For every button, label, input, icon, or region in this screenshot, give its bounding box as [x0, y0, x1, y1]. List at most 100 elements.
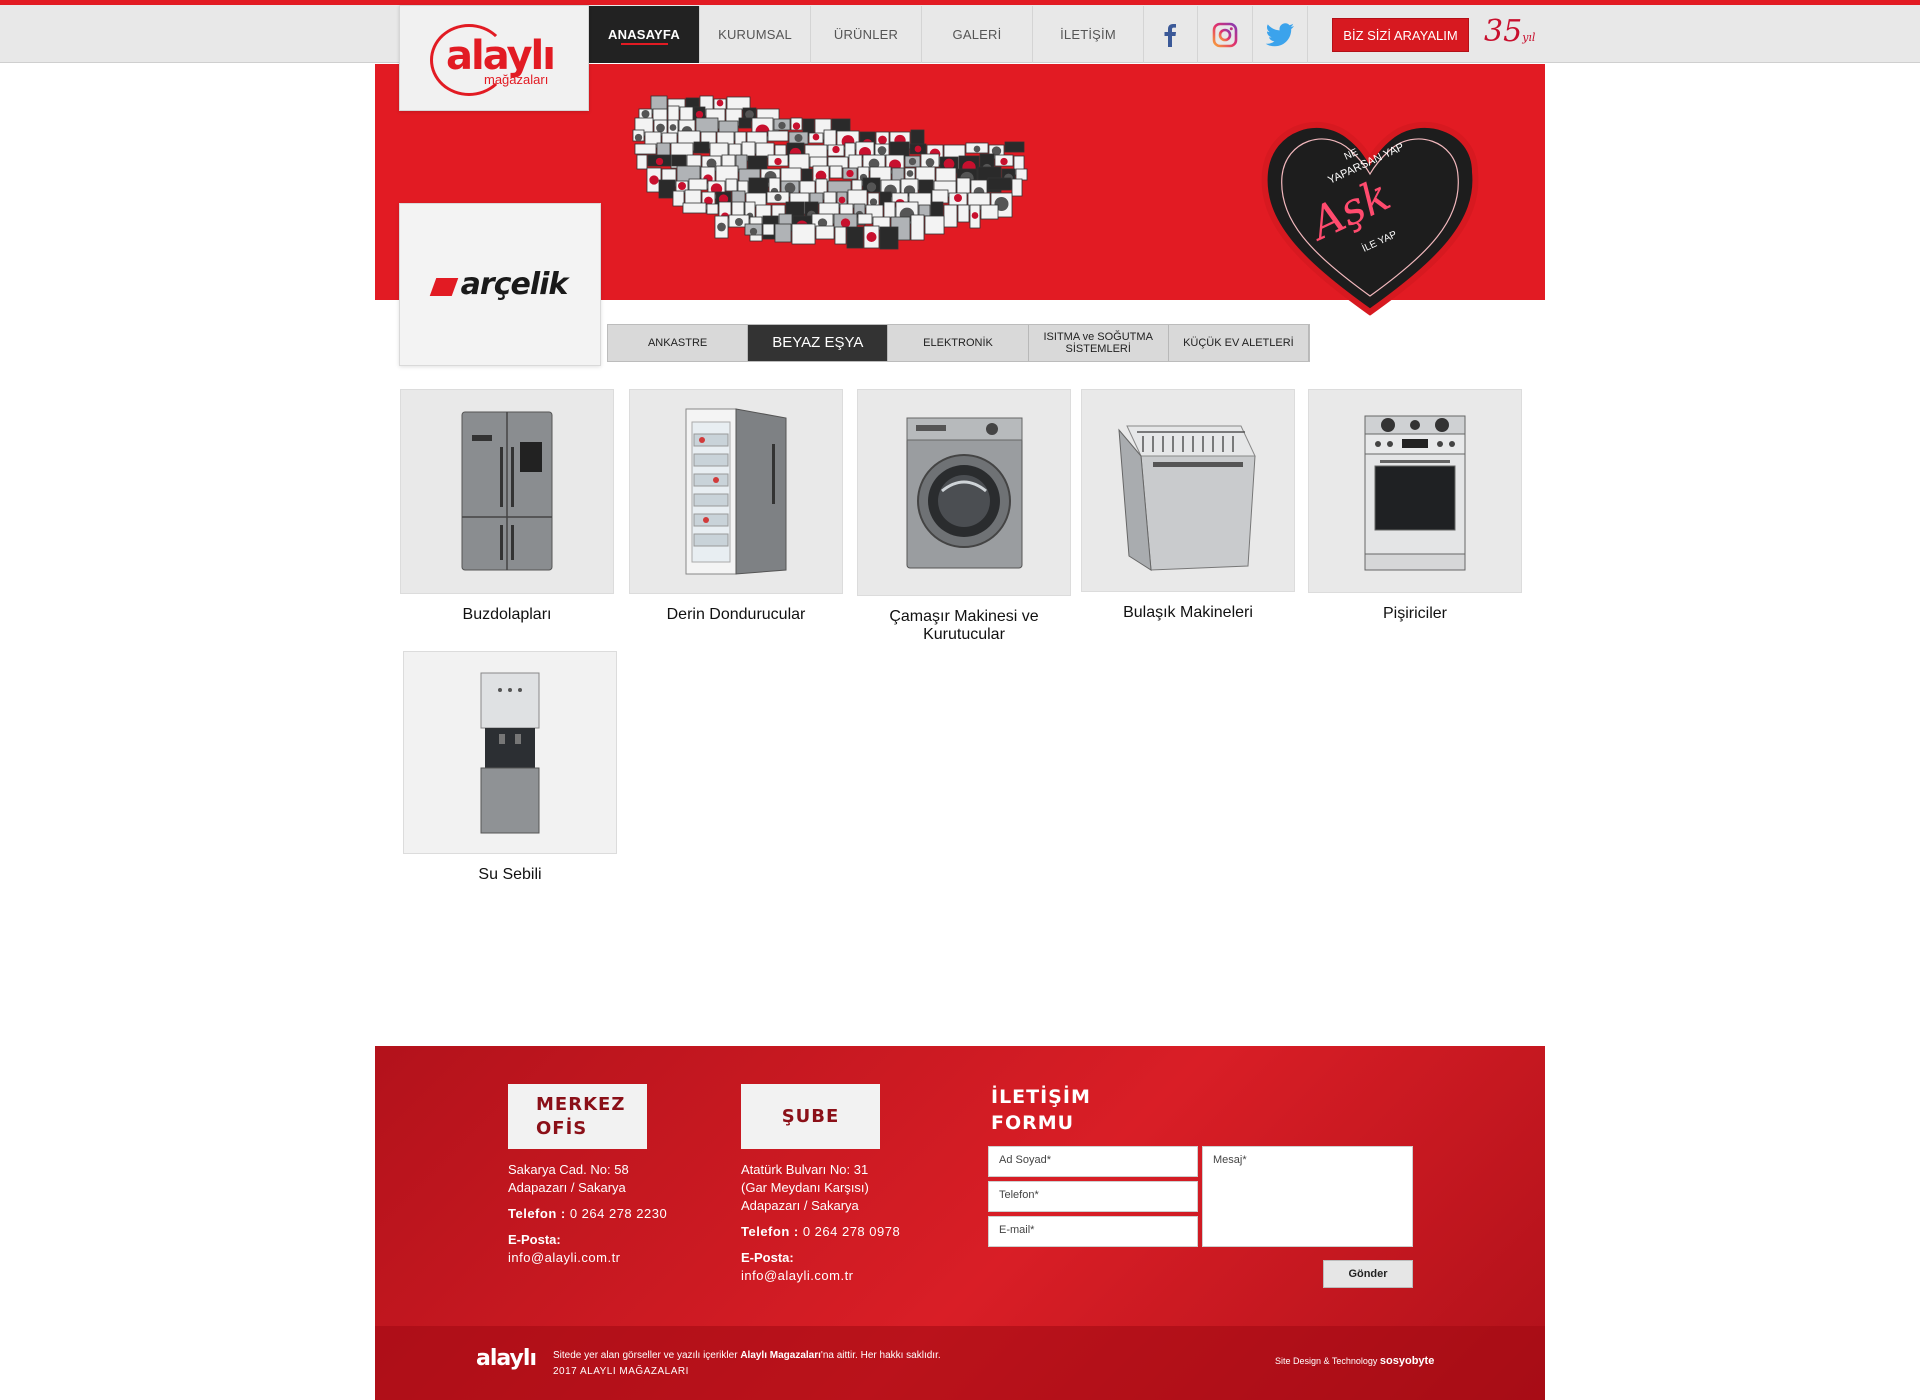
product-label[interactable]: Su Sebili [403, 866, 617, 884]
tab-ankastre[interactable]: ANKASTRE [608, 325, 749, 361]
collage-appliance [883, 201, 896, 219]
collage-appliance [791, 223, 816, 245]
product-card[interactable]: Pişiriciler [1308, 389, 1522, 623]
product-image[interactable] [1308, 389, 1522, 593]
product-card[interactable]: Buzdolapları [400, 389, 614, 624]
product-label[interactable]: Bulaşık Makineleri [1081, 604, 1295, 622]
collage-detail [634, 133, 643, 142]
collage-detail [655, 157, 664, 166]
product-image[interactable] [400, 389, 614, 594]
collage-appliance [829, 165, 843, 179]
collage-detail [695, 110, 704, 119]
collage-appliance [943, 204, 958, 228]
tab-kucuk-ev-aletleri[interactable]: KÜÇÜK EV ALETLERİ [1169, 325, 1310, 361]
main-nav: ANASAYFA KURUMSAL ÜRÜNLER GALERİ İLETİŞİ… [589, 6, 1144, 63]
nav-item-kurumsal[interactable]: KURUMSAL [700, 6, 811, 63]
collage-appliance [682, 202, 707, 214]
collage-appliance [762, 223, 775, 236]
collage-detail [954, 194, 962, 202]
nav-item-urunler[interactable]: ÜRÜNLER [811, 6, 922, 63]
product-card[interactable]: Bulaşık Makineleri [1081, 389, 1295, 622]
tab-isitma-sogutma[interactable]: ISITMA ve SOĞUTMA SİSTEMLERİ [1029, 325, 1169, 361]
facebook-icon[interactable] [1143, 6, 1198, 63]
merkez-email[interactable]: info@alayli.com.tr [508, 1249, 708, 1267]
category-tabs: ANKASTRE BEYAZ EŞYA ELEKTRONİK ISITMA ve… [607, 324, 1310, 362]
product-image[interactable] [629, 389, 843, 594]
collage-detail [906, 170, 914, 177]
product-label[interactable]: Buzdolapları [400, 606, 614, 624]
merkez-contact: Sakarya Cad. No: 58 Adapazarı / Sakarya … [508, 1161, 708, 1267]
collage-detail [745, 110, 754, 119]
site-logo[interactable]: alaylı mağazaları [399, 5, 589, 111]
sube-email[interactable]: info@alayli.com.tr [741, 1267, 941, 1285]
collage-appliance [693, 141, 710, 154]
contact-form-title: İLETİŞİM FORMU [991, 1084, 1091, 1136]
sube-address-1: Atatürk Bulvarı No: 31 [741, 1162, 869, 1177]
sube-phone-label: Telefon : [741, 1224, 799, 1239]
instagram-icon[interactable] [1198, 6, 1253, 63]
nav-item-anasayfa[interactable]: ANASAYFA [589, 6, 700, 63]
collage-detail [908, 157, 917, 166]
twitter-icon[interactable] [1253, 6, 1308, 63]
nav-item-galeri[interactable]: GALERİ [922, 6, 1033, 63]
collage-detail [749, 227, 758, 236]
collage-appliance [879, 226, 899, 250]
sube-phone[interactable]: 0 264 278 0978 [803, 1224, 900, 1239]
collage-detail [656, 123, 665, 133]
collage-detail [669, 124, 677, 131]
collage-appliance [1015, 168, 1028, 181]
phone-field[interactable]: Telefon* [988, 1181, 1198, 1212]
product-card[interactable]: Su Sebili [403, 651, 617, 884]
refrigerator-icon [461, 411, 553, 570]
message-field[interactable]: Mesaj* [1202, 1146, 1413, 1247]
dishwasher-icon [1118, 425, 1256, 571]
collage-appliance [671, 154, 687, 167]
product-label[interactable]: Çamaşır Makinesi ve Kurutucular [857, 608, 1071, 644]
collage-detail [840, 218, 851, 228]
product-label[interactable]: Derin Dondurucular [629, 606, 843, 624]
collage-detail [774, 157, 782, 166]
credit-text: Site Design & Technology [1275, 1356, 1378, 1366]
submit-button[interactable]: Gönder [1323, 1260, 1413, 1288]
design-credit[interactable]: Site Design & Technology sosyobyte [1275, 1355, 1434, 1367]
sube-contact: Atatürk Bulvarı No: 31 (Gar Meydanı Karş… [741, 1161, 941, 1285]
collage-detail [774, 193, 782, 202]
collage-appliance [695, 117, 719, 133]
footer-logo[interactable]: alaylı [476, 1346, 537, 1371]
product-image[interactable] [857, 389, 1071, 596]
product-image[interactable] [1081, 389, 1295, 592]
collage-appliance [634, 143, 657, 155]
name-field[interactable]: Ad Soyad* [988, 1146, 1198, 1177]
anniversary-suffix: yıl [1522, 31, 1536, 44]
callback-button[interactable]: BİZ SİZİ ARAYALIM [1332, 18, 1469, 52]
collage-detail [778, 121, 786, 130]
nav-item-iletisim[interactable]: İLETİŞİM [1033, 6, 1144, 63]
collage-appliance [658, 179, 676, 199]
merkez-phone[interactable]: 0 264 278 2230 [570, 1206, 667, 1221]
credit-brand: sosyobyte [1379, 1355, 1435, 1367]
water-dispenser-icon [480, 672, 540, 833]
tab-elektronik[interactable]: ELEKTRONİK [888, 325, 1029, 361]
collage-appliance [725, 178, 738, 192]
sube-address-3: Adapazarı / Sakarya [741, 1198, 859, 1213]
collage-appliance [924, 215, 945, 235]
heart-neon-sign: NE YAPARSAN YAP Aşk İLE YAP [1261, 121, 1479, 316]
collage-detail [846, 169, 854, 178]
contact-form-title-line-1: İLETİŞİM [991, 1086, 1091, 1108]
email-field[interactable]: E-mail* [988, 1216, 1198, 1247]
collage-appliance [672, 190, 685, 207]
collage-appliance [1004, 141, 1025, 153]
product-card[interactable]: Çamaşır Makinesi ve Kurutucular [857, 389, 1071, 644]
product-label[interactable]: Pişiriciler [1308, 605, 1522, 623]
collage-appliance [1011, 178, 1023, 197]
merkez-ofis-heading: MERKEZ OFİS [508, 1084, 647, 1149]
collage-detail [925, 158, 935, 167]
logo-subtext: mağazaları [484, 72, 549, 87]
product-card[interactable]: Derin Dondurucular [629, 389, 843, 624]
collage-detail [878, 135, 887, 145]
product-image[interactable] [403, 651, 617, 854]
collage-detail [678, 182, 686, 190]
collage-appliance [684, 189, 702, 205]
tab-beyaz-esya[interactable]: BEYAZ EŞYA [748, 325, 889, 361]
collage-detail [812, 133, 820, 141]
